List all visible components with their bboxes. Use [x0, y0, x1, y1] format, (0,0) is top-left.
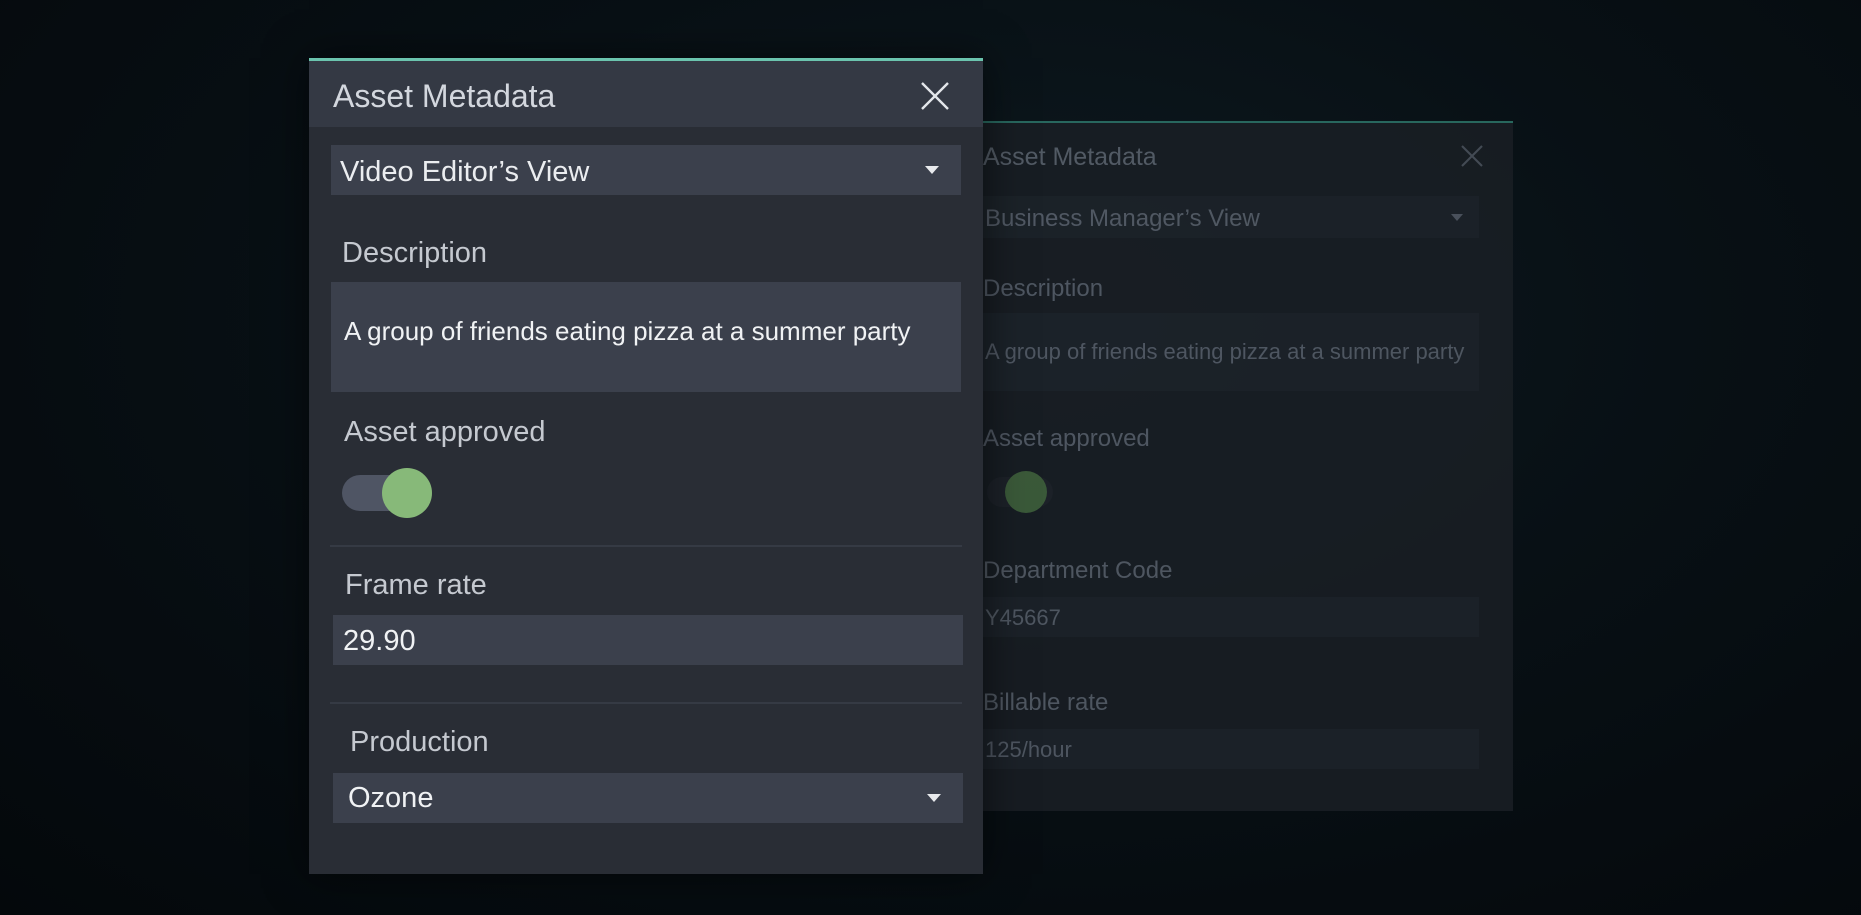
metadata-panel-business-manager: Asset Metadata Business Manager’s View D…: [945, 121, 1513, 811]
production-select-value: Ozone: [348, 782, 434, 814]
production-label: Production: [350, 726, 489, 758]
view-select-value: Video Editor’s View: [340, 156, 590, 188]
toggle-knob: [1005, 471, 1047, 513]
panel-header: Asset Metadata: [309, 61, 983, 127]
asset-approved-toggle[interactable]: [342, 468, 434, 518]
billable-rate-field[interactable]: 125/hour: [975, 729, 1479, 769]
chevron-down-icon: [927, 794, 941, 802]
production-select[interactable]: Ozone: [333, 773, 963, 823]
billable-rate-label: Billable rate: [983, 689, 1109, 716]
view-select-value: Business Manager’s View: [985, 205, 1260, 232]
description-field[interactable]: A group of friends eating pizza at a sum…: [331, 282, 961, 392]
description-value: A group of friends eating pizza at a sum…: [985, 339, 1465, 364]
department-code-label: Department Code: [983, 557, 1173, 584]
view-select[interactable]: Business Manager’s View: [975, 196, 1479, 238]
section-divider: [330, 545, 962, 547]
department-code-field[interactable]: Y45667: [975, 597, 1479, 637]
metadata-panel-video-editor: Asset Metadata Video Editor’s View Descr…: [309, 58, 983, 874]
chevron-down-icon: [1451, 214, 1463, 221]
department-code-value: Y45667: [985, 605, 1061, 630]
description-field[interactable]: A group of friends eating pizza at a sum…: [975, 313, 1479, 391]
close-icon[interactable]: [918, 79, 952, 113]
description-value: A group of friends eating pizza at a sum…: [344, 316, 911, 346]
chevron-down-icon: [925, 166, 939, 174]
frame-rate-field[interactable]: 29.90: [333, 615, 963, 665]
section-divider: [330, 702, 962, 704]
panel-title: Asset Metadata: [333, 78, 556, 114]
view-select[interactable]: Video Editor’s View: [331, 145, 961, 195]
description-label: Description: [983, 275, 1104, 302]
asset-approved-label: Asset approved: [983, 425, 1150, 452]
close-icon[interactable]: [1459, 143, 1485, 169]
asset-approved-label: Asset approved: [344, 416, 546, 448]
description-label: Description: [342, 237, 488, 269]
toggle-knob: [382, 468, 432, 518]
panel-title: Asset Metadata: [983, 143, 1157, 171]
frame-rate-value: 29.90: [343, 625, 416, 657]
frame-rate-label: Frame rate: [345, 569, 487, 601]
billable-rate-value: 125/hour: [985, 737, 1072, 762]
